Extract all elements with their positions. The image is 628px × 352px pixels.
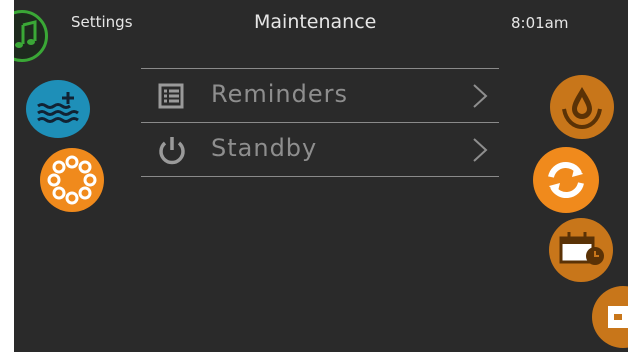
cycle-icon <box>548 161 584 199</box>
water-level-icon <box>37 92 79 123</box>
menu-item-standby[interactable]: Standby <box>141 123 499 176</box>
divider <box>141 176 499 177</box>
lights-button[interactable] <box>40 148 104 212</box>
menu-item-reminders[interactable]: Reminders <box>141 69 499 122</box>
music-button[interactable] <box>14 10 48 62</box>
extension-icon <box>608 306 628 328</box>
page-title: Maintenance <box>254 11 377 33</box>
list-icon <box>158 83 184 109</box>
maintenance-menu: Reminders Standby <box>141 68 499 177</box>
chevron-right-icon <box>473 138 488 162</box>
filter-icon <box>562 87 602 130</box>
menu-item-label: Standby <box>211 134 318 162</box>
menu-item-label: Reminders <box>211 80 348 108</box>
calendar-icon <box>559 232 604 265</box>
lights-icon <box>47 155 97 205</box>
settings-link[interactable]: Settings <box>71 13 133 31</box>
spa-control-screen: Settings Maintenance 8:01am Reminders St… <box>14 0 628 352</box>
schedule-button[interactable] <box>549 218 613 282</box>
music-icon <box>15 20 37 48</box>
filter-button[interactable] <box>550 75 614 139</box>
chevron-right-icon <box>473 84 488 108</box>
cycle-button[interactable] <box>533 147 599 213</box>
clock: 8:01am <box>511 14 569 32</box>
extra-button[interactable] <box>592 286 628 348</box>
power-icon <box>159 137 185 165</box>
water-level-button[interactable] <box>26 80 90 138</box>
